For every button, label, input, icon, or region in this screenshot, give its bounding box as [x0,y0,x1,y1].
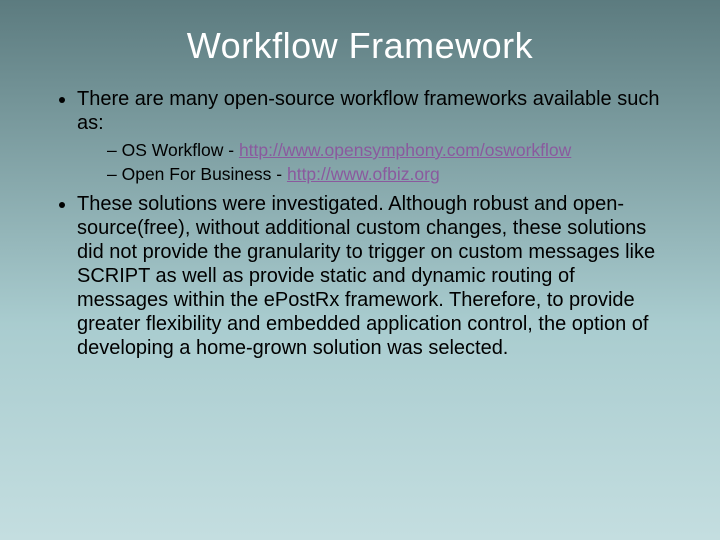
slide: Workflow Framework There are many open-s… [0,0,720,540]
bullet-text: There are many open-source workflow fram… [77,88,659,134]
sub-item-ofbiz: Open For Business - http://www.ofbiz.org [107,163,665,187]
sub-list: OS Workflow - http://www.opensymphony.co… [77,139,665,186]
sub-label: OS Workflow - [122,140,239,160]
sub-label: Open For Business - [122,164,287,184]
link-ofbiz[interactable]: http://www.ofbiz.org [287,164,440,184]
link-osworkflow[interactable]: http://www.opensymphony.com/osworkflow [239,140,571,160]
bullet-list: There are many open-source workflow fram… [55,87,665,360]
sub-item-osworkflow: OS Workflow - http://www.opensymphony.co… [107,139,665,163]
bullet-item-body: These solutions were investigated. Altho… [77,192,665,360]
bullet-item-intro: There are many open-source workflow fram… [77,87,665,186]
bullet-text: These solutions were investigated. Altho… [77,193,655,359]
slide-title: Workflow Framework [55,25,665,67]
